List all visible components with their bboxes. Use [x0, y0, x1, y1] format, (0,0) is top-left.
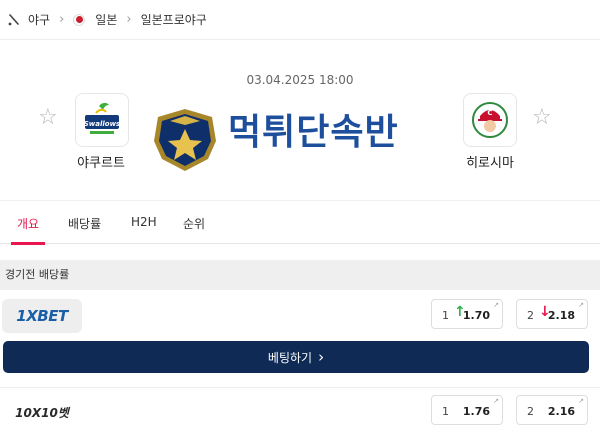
odds-label: 2	[527, 309, 534, 322]
breadcrumb-item-country[interactable]: 일본	[73, 11, 117, 28]
bookmaker-logo-10x10[interactable]: 10X10벳	[2, 395, 82, 429]
breadcrumb-label[interactable]: 일본프로야구	[141, 11, 207, 28]
active-tab-indicator	[11, 242, 45, 245]
odds-section-title: 경기전 배당률	[0, 260, 600, 290]
bookmaker-logo-1xbet[interactable]: 1XBET	[2, 299, 82, 333]
police-badge-logo	[150, 107, 220, 177]
tab-standings[interactable]: 순위	[183, 215, 205, 232]
team-logo[interactable]: C	[463, 93, 517, 147]
odds-value: 1.70	[462, 309, 490, 322]
match-tabs: 개요 배당률 H2H 순위	[0, 200, 600, 245]
star-icon[interactable]: ☆	[38, 107, 58, 129]
odds-label: 1	[442, 309, 449, 322]
divider	[0, 387, 600, 388]
odds-value: 2.16	[547, 405, 575, 418]
odds-value: 2.18	[547, 309, 575, 322]
star-icon[interactable]: ☆	[532, 107, 552, 129]
bookmaker-name: 10X10벳	[15, 405, 69, 420]
breadcrumb-item-sport[interactable]: 야구	[8, 11, 50, 28]
team-logo[interactable]: Swallows	[75, 93, 129, 147]
match-datetime: 03.04.2025 18:00	[246, 73, 354, 87]
breadcrumb-item-league[interactable]: 일본프로야구	[141, 11, 207, 28]
breadcrumb: 야구 › 일본 › 일본프로야구	[0, 0, 600, 40]
bat-icon	[8, 13, 20, 26]
match-header: 03.04.2025 18:00 ☆ Swallows 야쿠르트 먹튀단속반 C…	[0, 40, 600, 200]
external-link-icon: ↗	[578, 397, 584, 405]
japan-flag-icon	[73, 13, 86, 26]
bet-button[interactable]: 베팅하기 ›	[3, 341, 589, 373]
bookmaker-name: 1XBET	[16, 307, 68, 325]
odds-label: 2	[527, 405, 534, 418]
away-team-name[interactable]: 히로시마	[445, 152, 535, 171]
breadcrumb-label[interactable]: 일본	[95, 11, 117, 28]
external-link-icon: ↗	[578, 301, 584, 309]
tab-h2h[interactable]: H2H	[131, 215, 157, 229]
bookmaker-row: 10X10벳 1 1.76 ↗ 2 2.16 ↗	[0, 393, 600, 433]
svg-text:C: C	[487, 109, 492, 117]
odds-away[interactable]: 2 ↓ 2.18 ↗	[516, 299, 588, 329]
odds-value: 1.76	[462, 405, 490, 418]
odds-label: 1	[442, 405, 449, 418]
breadcrumb-label[interactable]: 야구	[28, 11, 50, 28]
watermark-text: 먹튀단속반	[228, 112, 399, 153]
chevron-right-icon: ›	[126, 12, 132, 27]
home-team-name[interactable]: 야쿠르트	[56, 152, 146, 171]
external-link-icon: ↗	[493, 397, 499, 405]
odds-home[interactable]: 1 1.76 ↗	[431, 395, 503, 425]
chevron-right-icon: ›	[318, 348, 325, 366]
bet-button-label: 베팅하기	[267, 350, 313, 365]
chevron-right-icon: ›	[59, 12, 65, 27]
bookmaker-row: 1XBET 1 ↑ 1.70 ↗ 2 ↓ 2.18 ↗	[0, 297, 600, 337]
external-link-icon: ↗	[493, 301, 499, 309]
svg-text:Swallows: Swallows	[84, 120, 120, 128]
tab-odds[interactable]: 배당률	[68, 215, 101, 232]
odds-away[interactable]: 2 2.16 ↗	[516, 395, 588, 425]
odds-home[interactable]: 1 ↑ 1.70 ↗	[431, 299, 503, 329]
tab-overview[interactable]: 개요	[17, 215, 39, 232]
